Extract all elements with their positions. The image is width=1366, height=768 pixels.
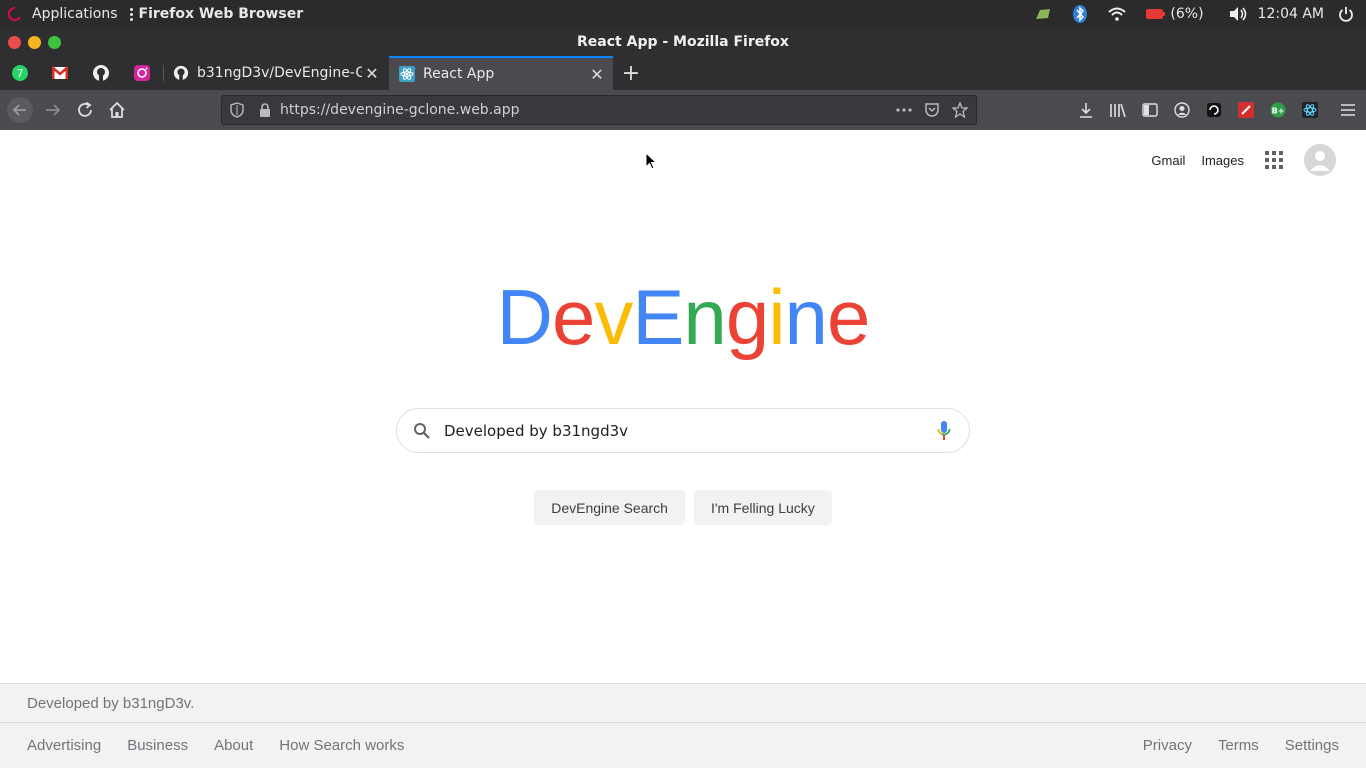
page-header: Gmail Images <box>1151 144 1336 176</box>
debian-swirl-icon[interactable] <box>6 5 24 23</box>
footer-right-links: Privacy Terms Settings <box>1143 737 1339 754</box>
tray-app-icon[interactable] <box>1034 0 1052 28</box>
pinned-tab-github[interactable] <box>81 56 121 90</box>
pocket-icon[interactable] <box>922 100 942 120</box>
page-actions-menu-icon[interactable] <box>894 100 914 120</box>
power-icon[interactable] <box>1338 0 1354 28</box>
logo-letter: e <box>826 273 870 361</box>
devengine-logo: DevEngine <box>0 278 1366 356</box>
account-icon[interactable] <box>1172 100 1192 120</box>
url-text[interactable]: https://devengine-gclone.web.app <box>280 102 520 118</box>
forward-button[interactable] <box>39 96 67 124</box>
microphone-icon[interactable] <box>937 420 951 446</box>
close-tab-icon[interactable]: ✕ <box>362 63 382 83</box>
tracking-protection-shield-icon[interactable] <box>230 102 244 122</box>
search-box[interactable] <box>396 408 970 453</box>
avatar[interactable] <box>1304 144 1336 176</box>
whatsapp-icon: 7 <box>12 65 28 81</box>
svg-text:B+: B+ <box>1272 107 1285 116</box>
window-title-bar: React App - Mozilla Firefox <box>0 28 1366 56</box>
tab-react-app[interactable]: React App ✕ <box>389 56 613 90</box>
logo-letter: E <box>632 273 684 361</box>
extension-green-icon[interactable]: B+ <box>1268 100 1288 120</box>
lock-icon[interactable] <box>258 102 272 122</box>
window-title: React App - Mozilla Firefox <box>577 34 789 50</box>
more-vertical-icon[interactable] <box>129 7 133 21</box>
navigation-toolbar: https://devengine-gclone.web.app B+ <box>0 90 1366 130</box>
web-page: Gmail Images DevEngine DevEngine Search … <box>0 130 1366 768</box>
devengine-search-button[interactable]: DevEngine Search <box>534 490 685 525</box>
footer-left-links: Advertising Business About How Search wo… <box>27 737 404 754</box>
pinned-tab-gmail[interactable] <box>40 56 80 90</box>
library-icon[interactable] <box>1108 100 1128 120</box>
bookmark-star-icon[interactable] <box>950 100 970 120</box>
tab-github-repo[interactable]: b31ngD3v/DevEngine-Gc ✕ <box>163 56 388 90</box>
new-tab-button[interactable]: + <box>619 60 643 86</box>
svg-text:7: 7 <box>17 67 24 80</box>
logo-letter: n <box>683 273 726 361</box>
address-bar[interactable]: https://devengine-gclone.web.app <box>221 95 977 125</box>
active-app-name[interactable]: Firefox Web Browser <box>139 6 304 22</box>
footer-link-settings[interactable]: Settings <box>1285 737 1339 754</box>
battery-percent: (6%) <box>1170 6 1204 22</box>
hamburger-menu-icon[interactable] <box>1338 100 1358 120</box>
logo-letter: n <box>784 273 828 361</box>
logo-letter: e <box>552 273 595 361</box>
react-icon <box>399 66 415 82</box>
github-icon <box>93 65 109 81</box>
search-icon <box>413 422 431 444</box>
react-devtools-icon[interactable] <box>1300 100 1320 120</box>
footer-link-about[interactable]: About <box>214 737 253 754</box>
volume-icon[interactable] <box>1228 0 1248 28</box>
logo-letter: v <box>594 273 633 361</box>
footer-link-privacy[interactable]: Privacy <box>1143 737 1192 754</box>
search-buttons: DevEngine Search I'm Felling Lucky <box>0 490 1366 525</box>
footer-link-how-search-works[interactable]: How Search works <box>279 737 404 754</box>
apps-grid-icon[interactable] <box>1262 148 1286 172</box>
wifi-icon[interactable] <box>1108 0 1127 28</box>
footer-credit: Developed by b31ngD3v. <box>0 683 1366 723</box>
sidebar-icon[interactable] <box>1140 100 1160 120</box>
applications-menu[interactable]: Applications <box>32 6 118 22</box>
tab-label: b31ngD3v/DevEngine-Gc <box>197 65 362 81</box>
downloads-icon[interactable] <box>1076 100 1096 120</box>
extension-red-icon[interactable] <box>1236 100 1256 120</box>
gmail-icon <box>52 66 68 79</box>
tab-strip: 7 b31ngD3v/DevEngine-Gc ✕ React App ✕ + <box>0 56 1366 90</box>
os-top-panel: Applications Firefox Web Browser (6%) 12… <box>0 0 1366 28</box>
tab-label: React App <box>423 66 495 82</box>
back-button[interactable] <box>6 96 34 124</box>
footer-link-terms[interactable]: Terms <box>1218 737 1259 754</box>
logo-letter: g <box>725 273 769 361</box>
github-icon <box>173 65 189 81</box>
logo-letter: D <box>496 273 553 361</box>
extension-dark-icon[interactable] <box>1204 100 1224 120</box>
logo-letter: i <box>768 273 785 361</box>
images-link[interactable]: Images <box>1201 153 1244 168</box>
search-input[interactable] <box>444 417 914 445</box>
feeling-lucky-button[interactable]: I'm Felling Lucky <box>693 490 832 525</box>
gmail-link[interactable]: Gmail <box>1151 153 1185 168</box>
clock[interactable]: 12:04 AM <box>1258 6 1324 22</box>
close-tab-icon[interactable]: ✕ <box>587 64 607 84</box>
reload-button[interactable] <box>71 96 99 124</box>
mouse-cursor-icon <box>645 151 658 174</box>
pinned-tab-instagram[interactable] <box>122 56 162 90</box>
bluetooth-icon[interactable] <box>1072 0 1088 28</box>
home-button[interactable] <box>103 96 131 124</box>
page-footer: Developed by b31ngD3v. Advertising Busin… <box>0 683 1366 768</box>
footer-link-business[interactable]: Business <box>127 737 188 754</box>
footer-link-advertising[interactable]: Advertising <box>27 737 101 754</box>
pinned-tab-whatsapp[interactable]: 7 <box>0 56 40 90</box>
instagram-icon <box>134 65 150 81</box>
battery-icon[interactable] <box>1146 0 1166 28</box>
